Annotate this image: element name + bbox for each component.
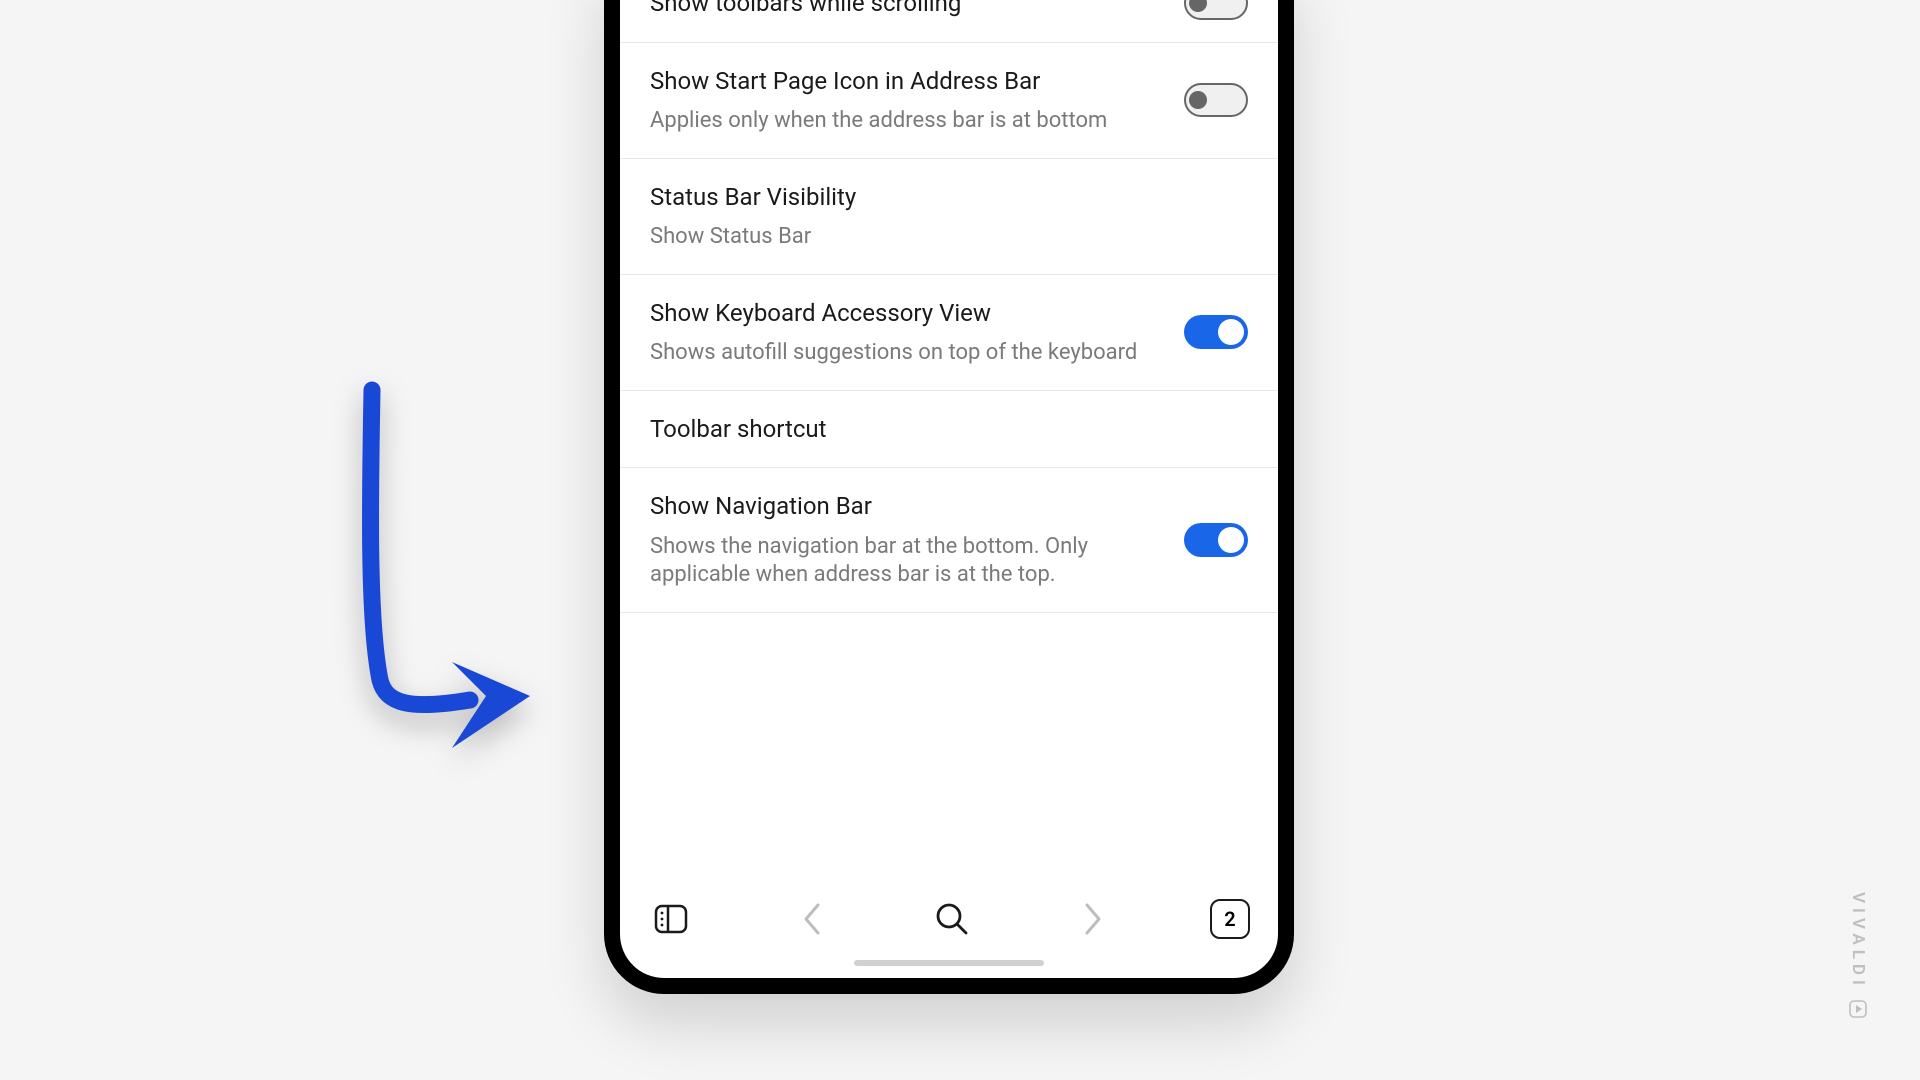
setting-title: Status Bar Visibility bbox=[650, 181, 1248, 213]
setting-title: Show Start Page Icon in Address Bar bbox=[650, 65, 1164, 97]
settings-list: Show toolbars while scrolling Show Start… bbox=[620, 0, 1278, 878]
bottom-navbar: 2 bbox=[620, 878, 1278, 978]
setting-start-page-icon[interactable]: Show Start Page Icon in Address Bar Appl… bbox=[620, 43, 1278, 159]
phone-screen: Show toolbars while scrolling Show Start… bbox=[620, 0, 1278, 978]
tab-count-value: 2 bbox=[1224, 907, 1235, 931]
setting-status-bar-visibility[interactable]: Status Bar Visibility Show Status Bar bbox=[620, 159, 1278, 275]
setting-title: Show toolbars while scrolling bbox=[650, 0, 1164, 19]
toggle-start-page-icon[interactable] bbox=[1184, 83, 1248, 117]
setting-subtitle: Applies only when the address bar is at … bbox=[650, 107, 1164, 136]
setting-subtitle: Shows the navigation bar at the bottom. … bbox=[650, 533, 1164, 590]
setting-title: Toolbar shortcut bbox=[650, 413, 1248, 445]
setting-show-toolbars[interactable]: Show toolbars while scrolling bbox=[620, 0, 1278, 43]
setting-subtitle: Shows autofill suggestions on top of the… bbox=[650, 339, 1164, 368]
setting-title: Show Keyboard Accessory View bbox=[650, 297, 1164, 329]
phone-frame: Show toolbars while scrolling Show Start… bbox=[604, 0, 1294, 994]
setting-keyboard-accessory[interactable]: Show Keyboard Accessory View Shows autof… bbox=[620, 275, 1278, 391]
setting-show-navigation-bar[interactable]: Show Navigation Bar Shows the navigation… bbox=[620, 468, 1278, 613]
forward-icon[interactable] bbox=[1070, 896, 1116, 942]
search-icon[interactable] bbox=[929, 896, 975, 942]
vivaldi-logo-icon bbox=[1849, 1000, 1867, 1018]
setting-toolbar-shortcut[interactable]: Toolbar shortcut bbox=[620, 391, 1278, 468]
toggle-keyboard-accessory[interactable] bbox=[1184, 315, 1248, 349]
setting-title: Show Navigation Bar bbox=[650, 490, 1164, 522]
panel-icon[interactable] bbox=[648, 896, 694, 942]
setting-subtitle: Show Status Bar bbox=[650, 223, 1248, 252]
home-indicator bbox=[854, 960, 1044, 966]
annotation-arrow-icon bbox=[330, 380, 590, 780]
vivaldi-brand: VIVALDI bbox=[1848, 892, 1868, 1018]
toggle-show-navigation-bar[interactable] bbox=[1184, 523, 1248, 557]
tab-count-button[interactable]: 2 bbox=[1210, 899, 1250, 939]
toggle-show-toolbars[interactable] bbox=[1184, 0, 1248, 20]
back-icon[interactable] bbox=[789, 896, 835, 942]
